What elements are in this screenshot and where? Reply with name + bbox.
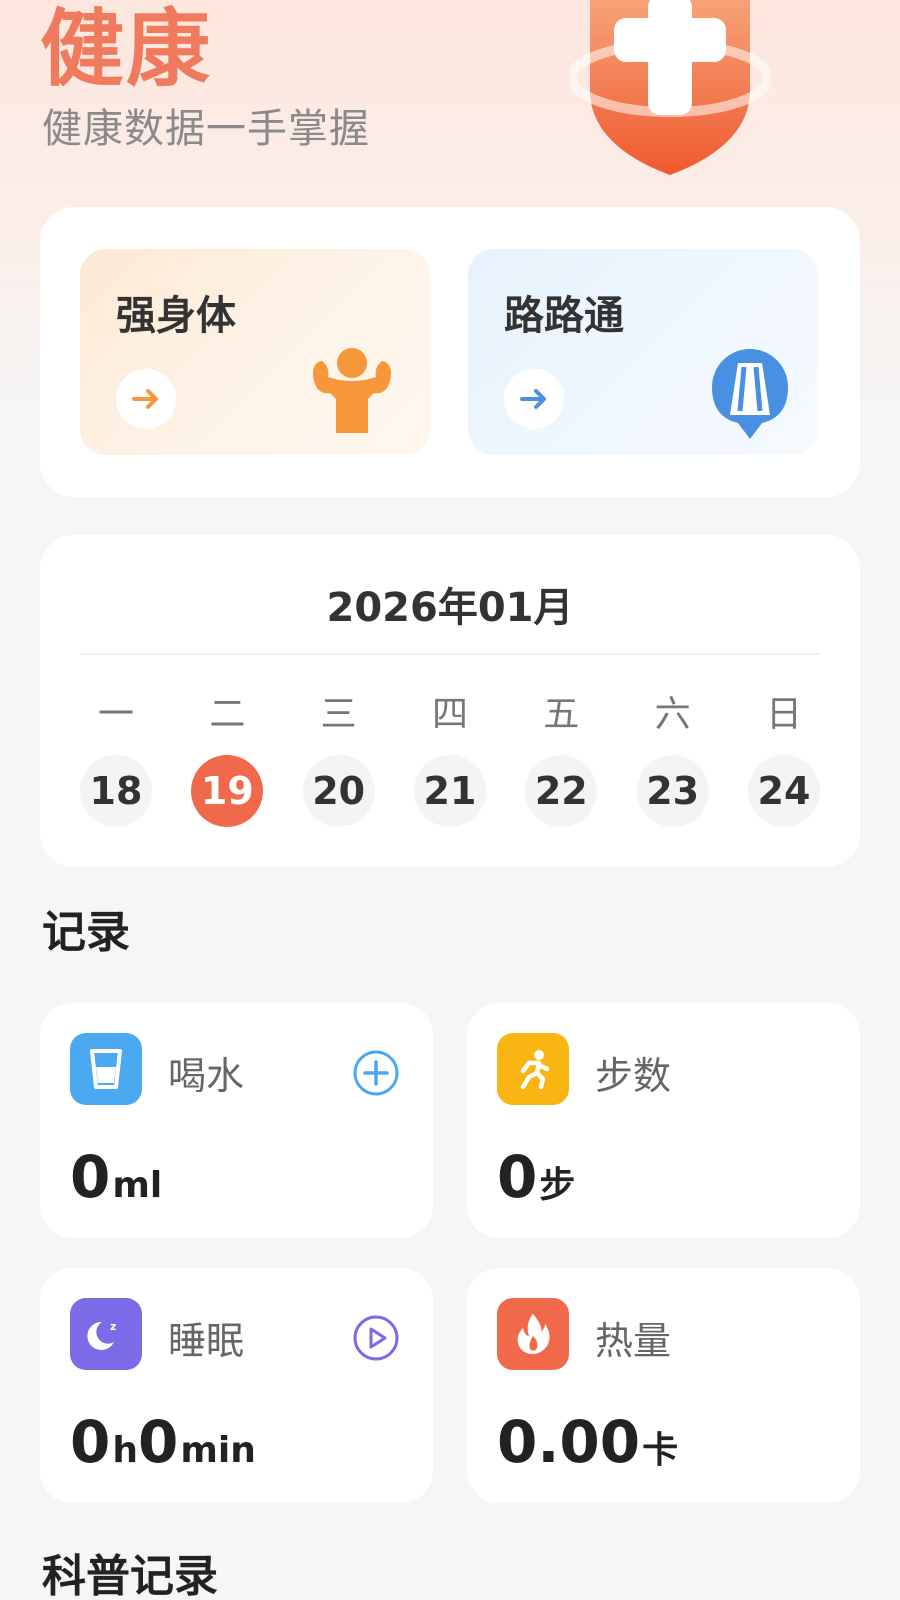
value-unit: h [112, 1430, 138, 1471]
calendar-day[interactable]: 21 [413, 755, 486, 827]
play-circle-icon[interactable] [352, 1314, 400, 1362]
science-records-title: 科普记录 [42, 1551, 218, 1600]
running-icon [497, 1033, 569, 1105]
feature-road-pass[interactable]: 路路通 [468, 249, 818, 455]
weekday-label: 六 [654, 694, 691, 735]
record-label: 睡眠 [168, 1319, 245, 1363]
record-value: 0 步 [497, 1143, 575, 1211]
feature-card: 强身体 路路通 [40, 207, 860, 497]
page-subtitle: 健康数据一手掌握 [42, 106, 370, 152]
calendar-card: 2026年01月 一 二 三 四 五 六 日 18 19 20 21 22 23… [40, 535, 860, 867]
arrow-right-button[interactable] [504, 369, 564, 429]
record-label: 喝水 [168, 1054, 245, 1098]
water-glass-icon [70, 1033, 142, 1105]
moon-icon: z [70, 1298, 142, 1370]
sleep-card[interactable]: z 睡眠 0 h 0 min [40, 1268, 433, 1503]
weekday-label: 一 [97, 694, 134, 735]
feature-label: 强身体 [116, 293, 236, 339]
weekday-label: 四 [431, 694, 468, 735]
road-pin-icon [712, 349, 788, 439]
page-title: 健康 [40, 0, 213, 98]
weekday-label: 三 [320, 694, 357, 735]
value-unit: ml [112, 1165, 163, 1206]
steps-card[interactable]: 步数 0 步 [467, 1003, 860, 1238]
feature-label: 路路通 [504, 293, 624, 339]
calendar-month: 2026年01月 [326, 585, 574, 631]
record-value: 0.00 卡 [497, 1408, 678, 1476]
record-value: 0 ml [70, 1143, 162, 1211]
calendar-day[interactable]: 20 [302, 755, 375, 827]
records-title: 记录 [42, 907, 130, 958]
divider [80, 653, 820, 655]
record-value: 0 h 0 min [70, 1408, 256, 1476]
calories-card[interactable]: 热量 0.00 卡 [467, 1268, 860, 1503]
arrow-right-button[interactable] [116, 369, 176, 429]
feature-strong-body[interactable]: 强身体 [80, 249, 430, 455]
muscle-icon [313, 348, 391, 433]
value-number: 0 [70, 1408, 111, 1476]
add-circle-icon[interactable] [352, 1049, 400, 1097]
calendar-day[interactable]: 23 [636, 755, 709, 827]
weekday-row: 一 二 三 四 五 六 日 [80, 685, 820, 737]
svg-text:z: z [110, 1320, 116, 1333]
value-number: 0 [138, 1408, 179, 1476]
calendar-day-selected[interactable]: 19 [191, 755, 264, 827]
calendar-day[interactable]: 24 [747, 755, 820, 827]
calendar-day[interactable]: 22 [525, 755, 598, 827]
value-unit: min [180, 1430, 256, 1471]
water-card[interactable]: 喝水 0 ml [40, 1003, 433, 1238]
health-page: 健康 健康数据一手掌握 强身体 路路通 2026年01月 一 二 三 四 五 六… [0, 0, 900, 1600]
value-number: 0 [497, 1143, 538, 1211]
record-label: 步数 [595, 1054, 672, 1098]
value-number: 0.00 [497, 1408, 641, 1476]
arrow-right-icon [132, 389, 158, 409]
value-unit: 步 [539, 1165, 576, 1206]
weekday-label: 五 [543, 694, 580, 735]
flame-icon [497, 1298, 569, 1370]
value-unit: 卡 [642, 1430, 679, 1471]
weekday-label: 二 [209, 694, 246, 735]
medical-shield-icon [570, 0, 770, 175]
record-label: 热量 [595, 1319, 672, 1363]
value-number: 0 [70, 1143, 111, 1211]
arrow-right-icon [520, 389, 546, 409]
day-row: 18 19 20 21 22 23 24 [80, 755, 820, 827]
calendar-day[interactable]: 18 [80, 755, 152, 827]
weekday-label: 日 [765, 694, 802, 735]
